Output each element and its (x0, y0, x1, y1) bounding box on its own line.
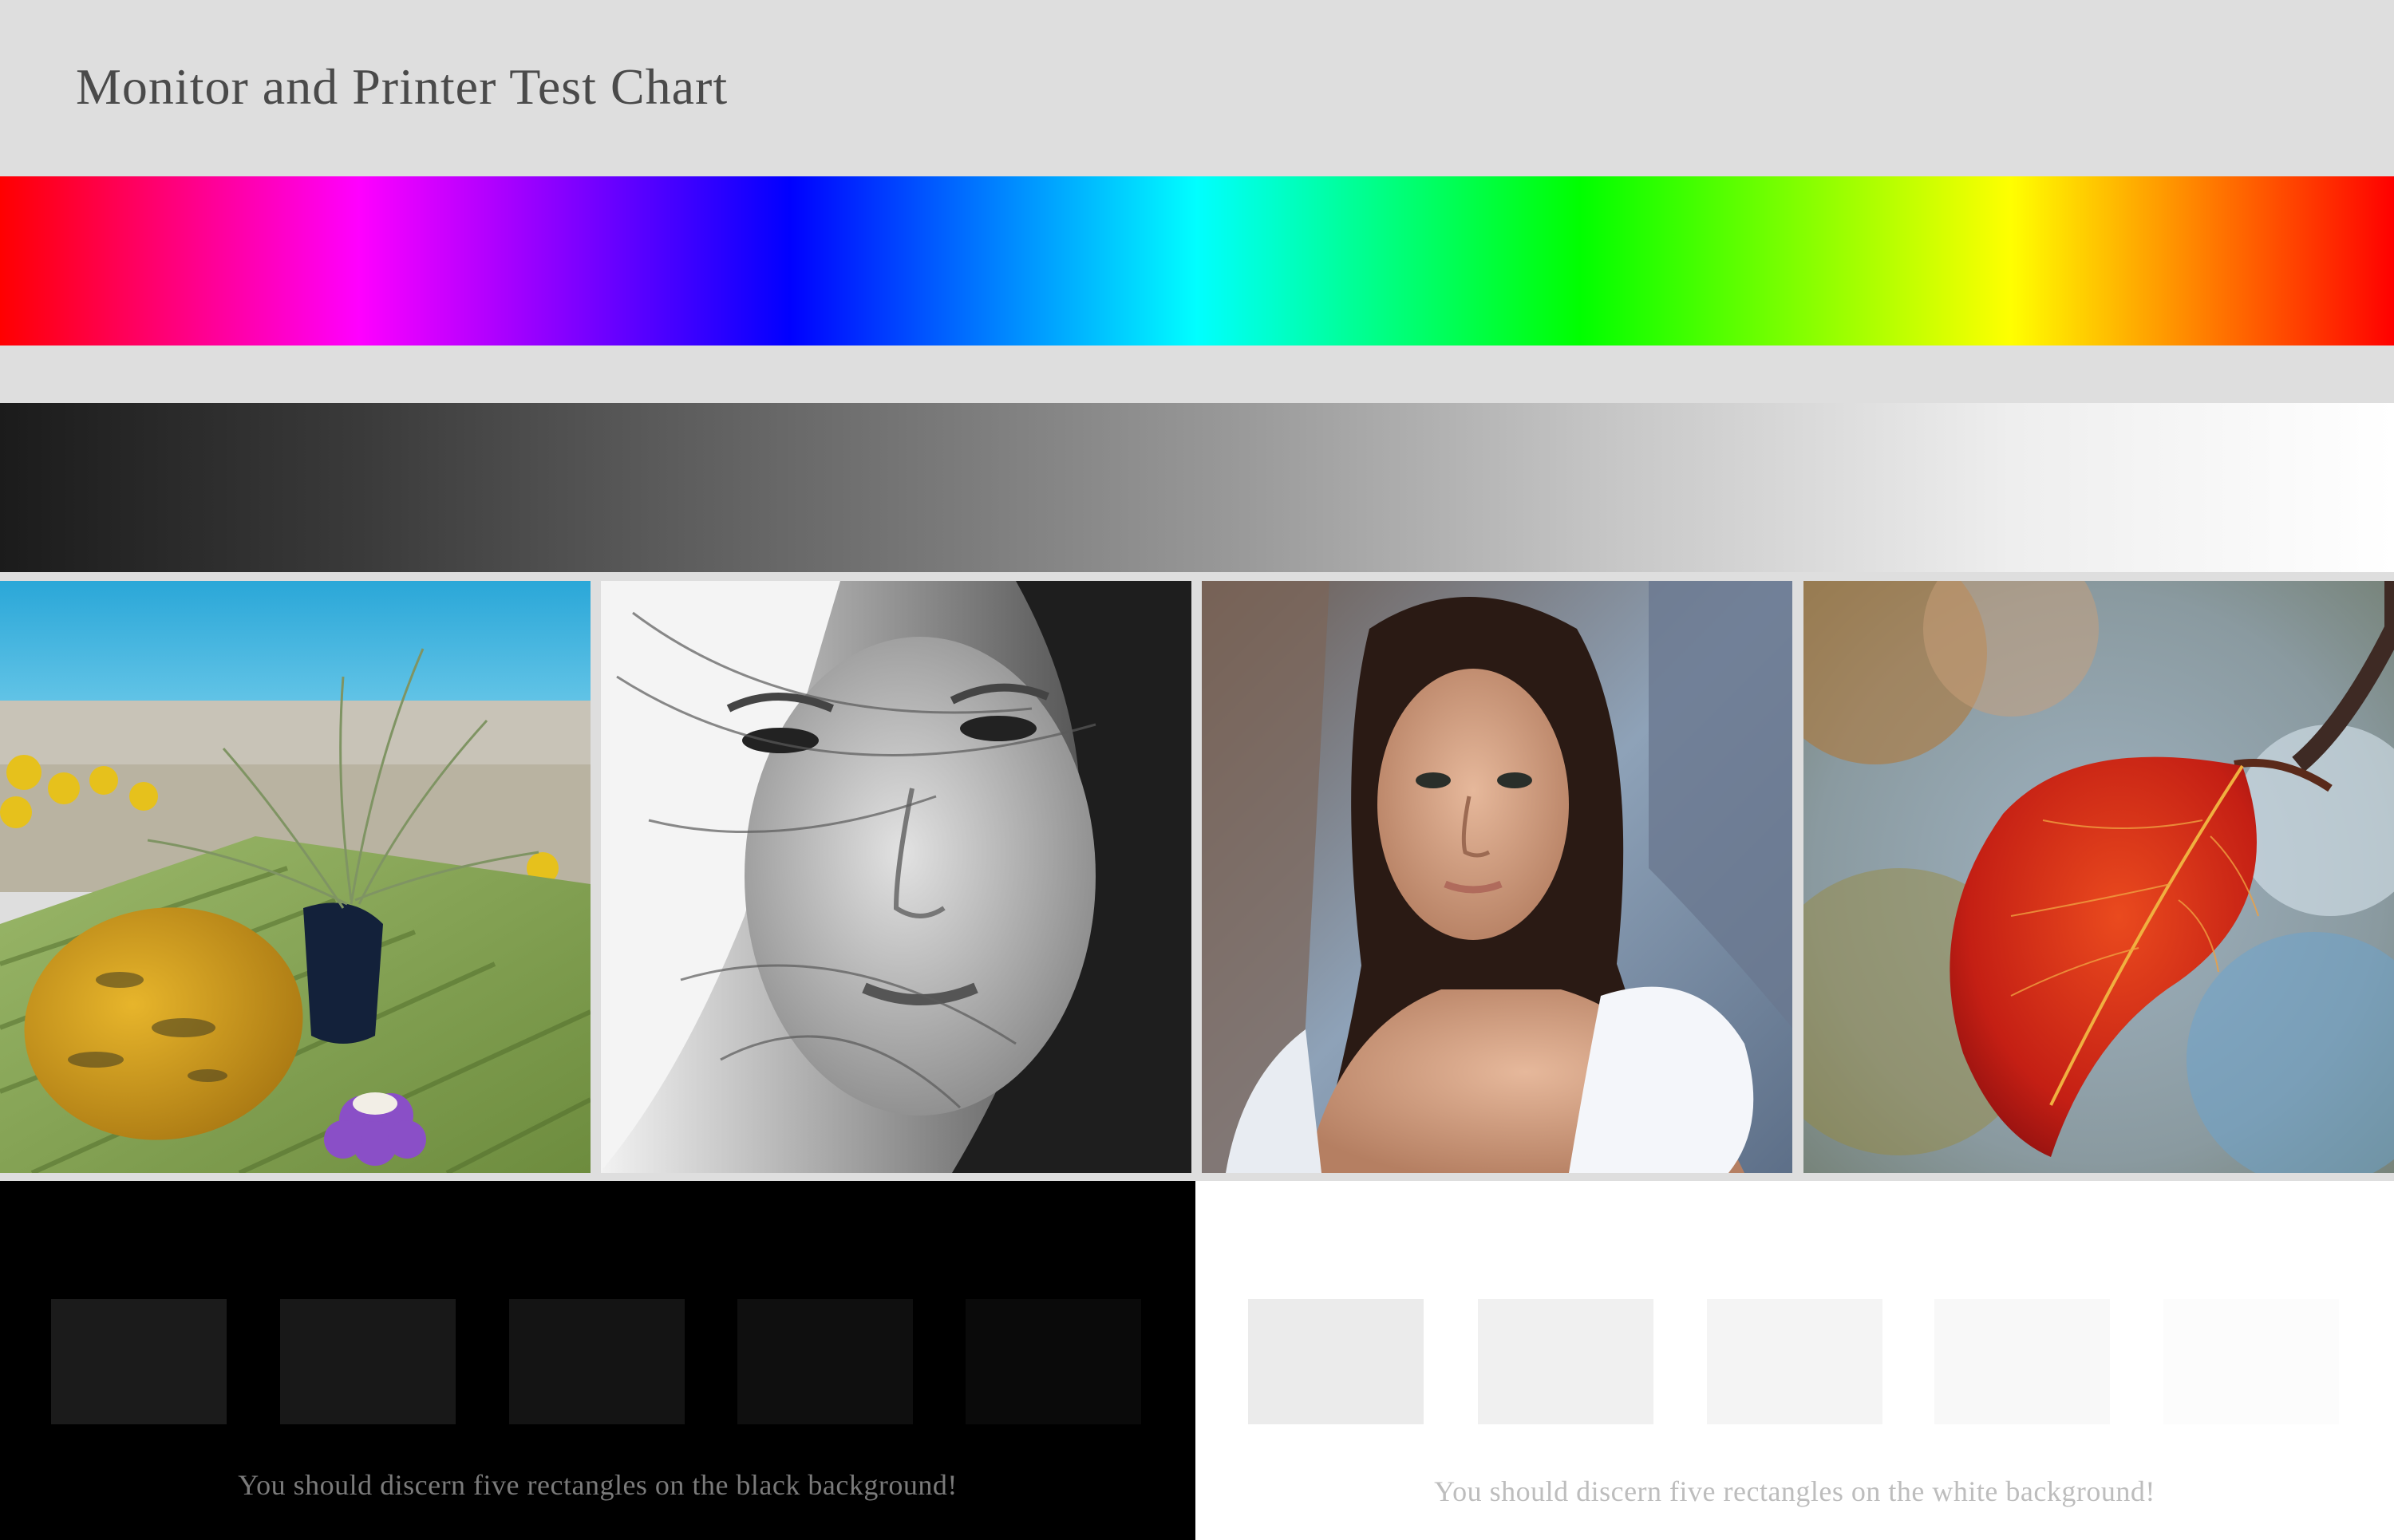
white-test-patch-5 (2163, 1299, 2339, 1424)
photo-melon-still-life (0, 581, 591, 1173)
white-test-patch-2 (1478, 1299, 1653, 1424)
white-background-test: You should discern five rectangles on th… (1195, 1181, 2394, 1540)
black-test-patch-2 (280, 1299, 456, 1424)
black-test-patch-4 (737, 1299, 913, 1424)
photo-color-portrait (1202, 581, 1792, 1173)
white-test-patch-1 (1248, 1299, 1424, 1424)
white-test-caption: You should discern five rectangles on th… (1434, 1475, 2155, 1507)
photo-red-leaf (1803, 581, 2394, 1173)
white-test-patch-4 (1934, 1299, 2110, 1424)
black-test-caption: You should discern five rectangles on th… (238, 1469, 958, 1501)
melon-and-flowers-on-table-icon (0, 581, 591, 1173)
black-background-test: You should discern five rectangles on th… (0, 1181, 1195, 1540)
page-title: Monitor and Printer Test Chart (76, 58, 729, 115)
color-spectrum-bar (0, 176, 2394, 346)
white-test-patch-3 (1707, 1299, 1882, 1424)
color-portrait-icon (1202, 581, 1792, 1173)
grayscale-ramp-bar (0, 403, 2394, 572)
red-leaf-icon (1803, 581, 2394, 1173)
black-test-patch-5 (966, 1299, 1141, 1424)
black-test-patch-1 (51, 1299, 227, 1424)
photo-bw-portrait (601, 581, 1191, 1173)
black-test-patch-3 (509, 1299, 685, 1424)
black-and-white-portrait-icon (601, 581, 1191, 1173)
